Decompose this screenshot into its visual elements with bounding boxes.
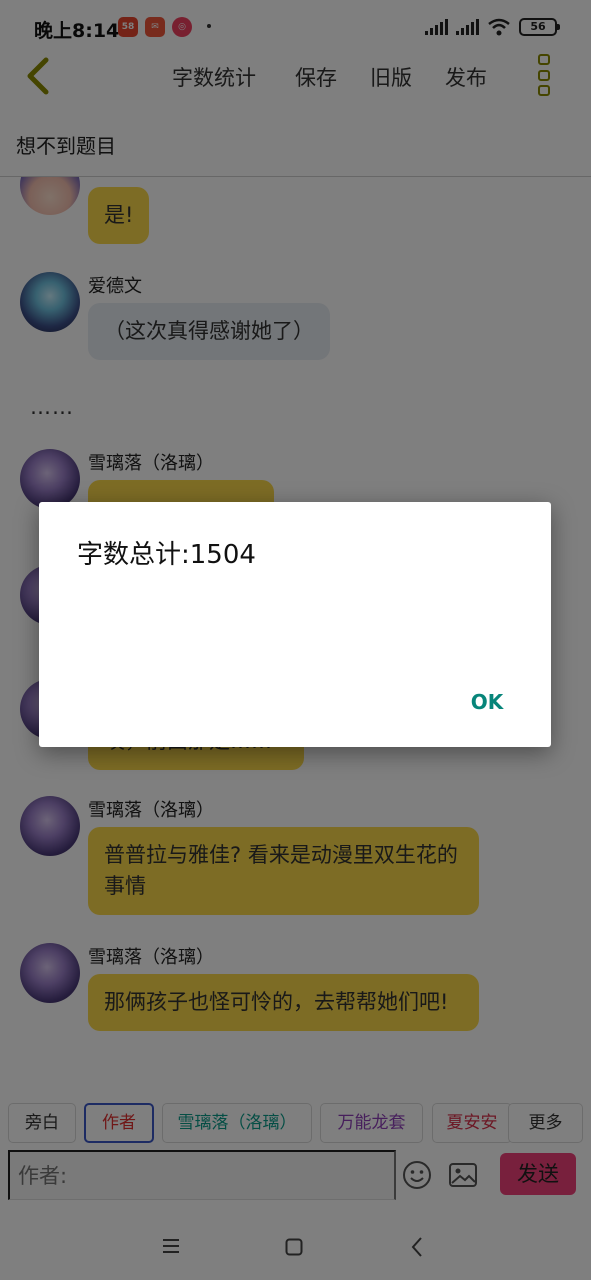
word-count-dialog: 字数总计:1504 OK: [39, 502, 551, 747]
dialog-message: 字数总计:1504: [77, 540, 256, 570]
ok-button[interactable]: OK: [457, 684, 517, 720]
